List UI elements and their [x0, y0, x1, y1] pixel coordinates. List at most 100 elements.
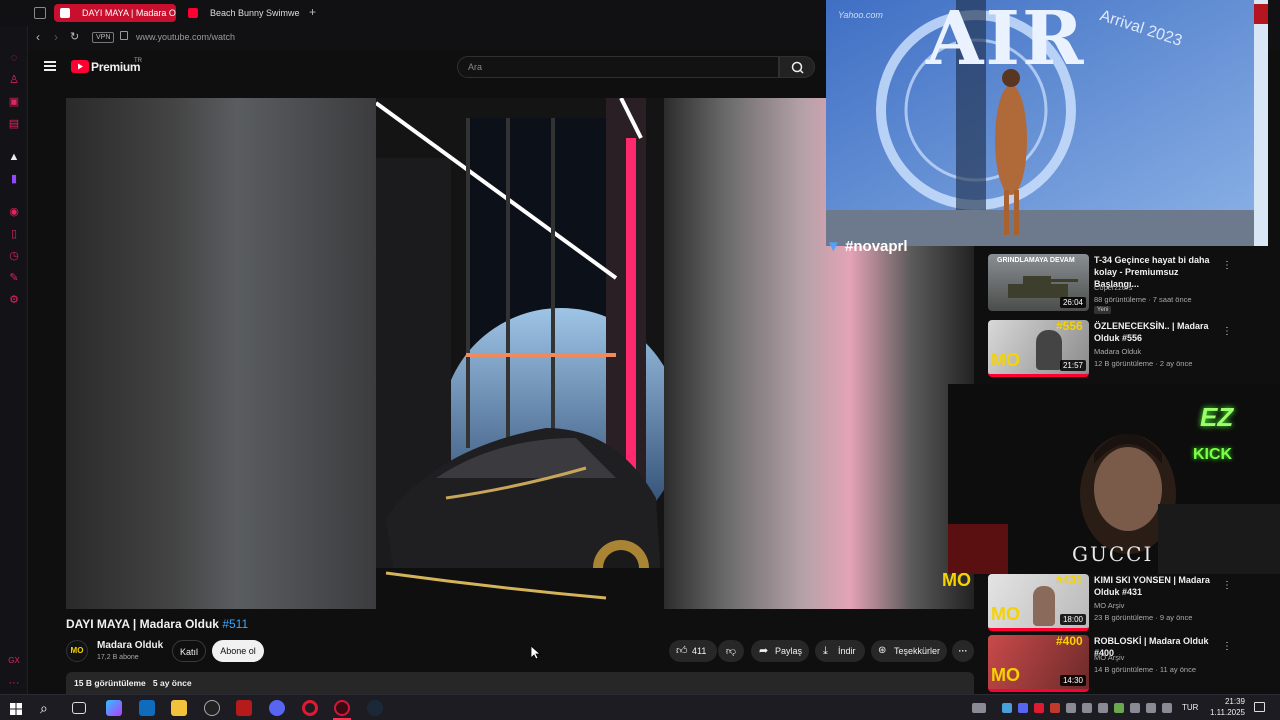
video-thumbnail[interactable]: MO #556 21:57 — [988, 320, 1089, 377]
video-thumbnail[interactable]: MO #431 18:00 — [988, 574, 1089, 631]
clock-time[interactable]: 21:39 — [1205, 697, 1245, 706]
cloud-tray-icon[interactable] — [1082, 703, 1092, 713]
nvidia-tray-icon[interactable] — [1114, 703, 1124, 713]
more-icon[interactable]: ··· — [7, 676, 21, 690]
windows-start-icon[interactable] — [10, 702, 22, 715]
like-button[interactable]: 👍︎ 411 — [669, 640, 717, 662]
recommended-video[interactable]: MO #556 21:57 ÖZLENECEKSİN.. | Madara Ol… — [988, 320, 1268, 380]
bluetooth-tray-icon[interactable] — [1130, 703, 1140, 713]
recommended-title: ÖZLENECEKSİN.. | Madara Olduk #556 — [1094, 321, 1209, 343]
gx-icon[interactable]: GX — [7, 654, 21, 668]
download-icon: ⤓ — [823, 645, 828, 657]
youtube-logo-icon[interactable] — [71, 60, 89, 73]
language-indicator[interactable]: TUR — [1182, 703, 1198, 712]
like-count: 411 — [692, 646, 707, 656]
windows-taskbar: ⌕ TUR 21:39 1.11.2025 — [0, 694, 1280, 720]
aria-icon[interactable]: ◌ — [7, 51, 21, 65]
wifi-tray-icon[interactable] — [1146, 703, 1156, 713]
channel-avatar[interactable]: MO — [66, 640, 88, 662]
webcam-gucci-text: GUCCI — [1072, 542, 1154, 566]
channel-name[interactable]: Madara Olduk — [97, 640, 163, 651]
thanks-icon: ⊛ — [878, 645, 887, 656]
tab-inactive[interactable]: Beach Bunny Swimwear F — [182, 4, 300, 22]
volume-tray-icon[interactable] — [1162, 703, 1172, 713]
recommended-channel[interactable]: Madara Olduk — [1094, 347, 1141, 356]
more-vertical-icon[interactable]: ⋮ — [1222, 641, 1232, 652]
clock-date[interactable]: 1.11.2025 — [1200, 708, 1245, 717]
thumbnail-text: #431 — [1056, 574, 1083, 587]
youtube-premium-text[interactable]: Premium — [91, 60, 141, 74]
share-icon: ➦ — [759, 645, 769, 657]
more-vertical-icon[interactable]: ⋮ — [1222, 580, 1232, 591]
recommended-channel[interactable]: Coperzzers — [1094, 283, 1132, 292]
more-actions-button[interactable]: ··· — [952, 640, 974, 662]
tab-menu-icon[interactable] — [34, 7, 46, 19]
bag-icon[interactable]: ♙ — [7, 73, 21, 87]
copilot-icon[interactable] — [106, 700, 122, 716]
lock-icon[interactable] — [120, 31, 128, 40]
recommended-meta: 88 görüntüleme · 7 saat önce — [1094, 295, 1192, 304]
share-button[interactable]: ➦ Paylaş — [751, 640, 809, 662]
opera-sidebar: ◌ ♙ ▣ ▤ ▲ ▮ ◉ ▯ ◷ ✎ ⚙ GX ··· — [0, 0, 28, 694]
recommended-video[interactable]: GRINDLAMAYA DEVAM 26:04 T-34 Geçince hay… — [988, 254, 1268, 314]
discord-tray-icon[interactable] — [1018, 703, 1028, 713]
obs-icon[interactable] — [204, 700, 220, 716]
history-icon[interactable]: ◷ — [7, 249, 21, 263]
discord-icon[interactable] — [269, 700, 285, 716]
more-vertical-icon[interactable]: ⋮ — [1222, 326, 1232, 337]
upload-age: 5 ay önce — [152, 678, 192, 688]
steam-icon[interactable] — [367, 700, 383, 716]
webcam-kick-text: KICK — [1193, 446, 1233, 463]
video-thumbnail[interactable]: MO #400 14:30 — [988, 635, 1089, 692]
join-button[interactable]: Katıl — [172, 640, 206, 662]
recommended-channel[interactable]: MO Arşiv — [1094, 601, 1124, 610]
opera-icon[interactable] — [302, 700, 318, 716]
video-frame — [376, 98, 664, 609]
forward-icon[interactable]: › — [54, 30, 58, 44]
hamburger-menu-icon[interactable] — [44, 61, 56, 71]
twitch-icon[interactable]: ▮ — [7, 172, 21, 186]
vpn-badge[interactable]: VPN — [92, 32, 115, 43]
video-hashtag[interactable]: #511 — [222, 617, 248, 631]
subscribe-button[interactable]: Abone ol — [212, 640, 264, 662]
bookmark-icon[interactable]: ▲ — [7, 150, 21, 164]
messenger-icon[interactable]: ▣ — [7, 95, 21, 109]
search-input[interactable]: Ara — [457, 56, 779, 78]
recommended-video[interactable]: MO #431 18:00 KIMI SKI YONSEN | Madara O… — [988, 574, 1268, 634]
blur-background-left — [66, 98, 376, 609]
mail-icon[interactable]: ▤ — [7, 117, 21, 131]
search-icon[interactable]: ⌕ — [40, 700, 48, 717]
tab-active[interactable]: DAYI MAYA | Madara Olduk — [54, 4, 176, 22]
country-code: TR — [134, 58, 142, 64]
url-field[interactable]: www.youtube.com/watch — [136, 32, 235, 42]
player-icon[interactable]: ◉ — [7, 205, 21, 219]
opera-tray-icon[interactable] — [1034, 703, 1044, 713]
settings-icon[interactable]: ⚙ — [7, 293, 21, 307]
reload-icon[interactable]: ↻ — [70, 30, 79, 43]
back-icon[interactable]: ‹ — [36, 30, 40, 44]
video-thumbnail[interactable]: GRINDLAMAYA DEVAM 26:04 — [988, 254, 1089, 311]
overlay-watermark: Yahoo.com — [838, 10, 883, 20]
download-button[interactable]: ⤓ İndir — [815, 640, 865, 662]
steam-tray-icon[interactable] — [1002, 703, 1012, 713]
notification-icon[interactable] — [1254, 702, 1265, 712]
description-box[interactable]: 15 B görüntüleme 5 ay önce — [66, 672, 974, 694]
pinboard-icon[interactable]: ▯ — [7, 227, 21, 241]
microphone-tray-icon[interactable] — [1098, 703, 1108, 713]
keyboard-icon[interactable] — [972, 703, 986, 713]
search-button[interactable] — [779, 56, 815, 78]
record-tray-icon[interactable] — [1050, 703, 1060, 713]
recommended-channel[interactable]: MO Arşiv — [1094, 653, 1124, 662]
outlook-icon[interactable] — [139, 700, 155, 716]
network-tray-icon[interactable] — [1066, 703, 1076, 713]
extensions-icon[interactable]: ✎ — [7, 271, 21, 285]
more-vertical-icon[interactable]: ⋮ — [1222, 260, 1232, 271]
thanks-button[interactable]: ⊛ Teşekkürler — [871, 640, 947, 662]
file-explorer-icon[interactable] — [171, 700, 187, 716]
opera-gx-icon[interactable] — [334, 700, 350, 716]
recommended-video[interactable]: MO #400 14:30 ROBLOSKİ | Madara Olduk #4… — [988, 635, 1268, 695]
task-view-icon[interactable] — [72, 702, 86, 714]
voicemeeter-icon[interactable] — [236, 700, 252, 716]
new-tab-button[interactable]: + — [309, 5, 316, 19]
dislike-button[interactable]: 👎︎ — [718, 640, 744, 662]
